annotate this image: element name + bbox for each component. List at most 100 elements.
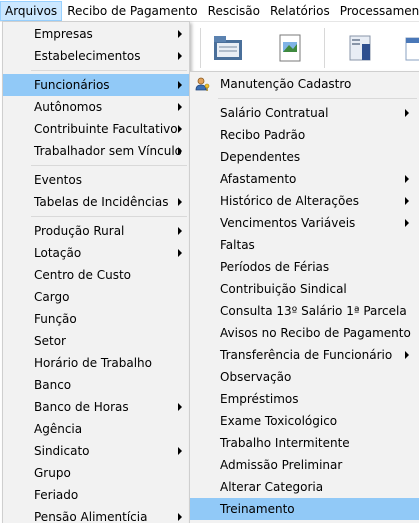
- menu-item-transferencia-de-funcionario[interactable]: Transferência de Funcionário: [190, 344, 419, 366]
- menu-item-horario-de-trabalho[interactable]: Horário de Trabalho: [3, 352, 189, 374]
- menu-item-label: Empréstimos: [220, 392, 299, 406]
- image-document-icon[interactable]: [272, 30, 308, 66]
- submenu-arrow-icon: [178, 125, 182, 133]
- menu-item-label: Agência: [34, 422, 83, 436]
- menu-item-consulta-13-salario[interactable]: Consulta 13º Salário 1ª Parcela: [190, 300, 419, 322]
- menu-item-label: Consulta 13º Salário 1ª Parcela: [220, 304, 407, 318]
- menu-item-banco[interactable]: Banco: [3, 374, 189, 396]
- menu-item-label: Dependentes: [220, 150, 301, 164]
- menu-item-label: Cargo: [34, 290, 70, 304]
- menu-item-autonomos[interactable]: Autônomos: [3, 96, 189, 118]
- submenu-arrow-icon: [178, 249, 182, 257]
- menu-item-empresas[interactable]: Empresas: [3, 23, 189, 45]
- menu-item-label: Estabelecimentos: [34, 49, 141, 63]
- menu-item-label: Trabalho Intermitente: [220, 436, 350, 450]
- toolbar-separator: [324, 28, 325, 68]
- submenu-arrow-icon: [178, 81, 182, 89]
- menu-item-alterar-categoria[interactable]: Alterar Categoria: [190, 476, 419, 498]
- menu-item-periodos-de-ferias[interactable]: Períodos de Férias: [190, 256, 419, 278]
- menu-item-label: Sindicato: [34, 444, 90, 458]
- menu-item-label: Treinamento: [220, 502, 295, 516]
- menu-item-avisos-no-recibo[interactable]: Avisos no Recibo de Pagamento: [190, 322, 419, 344]
- menu-item-faltas[interactable]: Faltas: [190, 234, 419, 256]
- menu-item-contribuicao-sindical[interactable]: Contribuição Sindical: [190, 278, 419, 300]
- menu-processamento[interactable]: Processamento M: [335, 1, 419, 21]
- submenu-arrow-icon: [405, 197, 409, 205]
- menu-item-label: Produção Rural: [34, 224, 125, 238]
- menu-item-pensao-alimenticia[interactable]: Pensão Alimentícia: [3, 506, 189, 523]
- menu-item-label: Grupo: [34, 466, 71, 480]
- menu-item-admissao-preliminar[interactable]: Admissão Preliminar: [190, 454, 419, 476]
- app-window: Arquivos Recibo de Pagamento Rescisão Re…: [0, 0, 419, 523]
- menu-item-label: Centro de Custo: [34, 268, 131, 282]
- menu-item-feriado[interactable]: Feriado: [3, 484, 189, 506]
- menu-item-manutencao-cadastro[interactable]: Manutenção Cadastro: [190, 73, 419, 95]
- menu-item-grupo[interactable]: Grupo: [3, 462, 189, 484]
- menu-item-label: Autônomos: [34, 100, 103, 114]
- submenu-arrow-icon: [178, 30, 182, 38]
- menu-separator: [218, 98, 417, 99]
- menu-item-label: Função: [34, 312, 77, 326]
- menu-rescisao[interactable]: Rescisão: [203, 1, 265, 21]
- menu-item-label: Histórico de Alterações: [220, 194, 359, 208]
- submenu-arrow-icon: [405, 109, 409, 117]
- submenu-arrow-icon: [178, 227, 182, 235]
- menu-item-historico-de-alteracoes[interactable]: Histórico de Alterações: [190, 190, 419, 212]
- menu-item-trabalho-intermitente[interactable]: Trabalho Intermitente: [190, 432, 419, 454]
- submenu-arrow-icon: [405, 219, 409, 227]
- menu-item-lotacao[interactable]: Lotação: [3, 242, 189, 264]
- menu-item-agencia[interactable]: Agência: [3, 418, 189, 440]
- menu-item-label: Lotação: [34, 246, 82, 260]
- arquivos-dropdown: Empresas Estabelecimentos Funcionários A…: [2, 21, 190, 523]
- menu-bar: Arquivos Recibo de Pagamento Rescisão Re…: [0, 0, 419, 22]
- menu-item-eventos[interactable]: Eventos: [3, 169, 189, 191]
- menu-item-label: Transferência de Funcionário: [220, 348, 393, 362]
- menu-arquivos[interactable]: Arquivos: [0, 0, 63, 21]
- menu-item-funcao[interactable]: Função: [3, 308, 189, 330]
- menu-item-observacao[interactable]: Observação: [190, 366, 419, 388]
- submenu-arrow-icon: [178, 447, 182, 455]
- menu-item-trabalhador-sem-vinculo[interactable]: Trabalhador sem Vínculo: [3, 140, 189, 162]
- menu-item-exame-toxicologico[interactable]: Exame Toxicológico: [190, 410, 419, 432]
- menu-item-label: Vencimentos Variáveis: [220, 216, 356, 230]
- menu-item-dependentes[interactable]: Dependentes: [190, 146, 419, 168]
- menu-item-label: Contribuição Sindical: [220, 282, 347, 296]
- menu-recibo-de-pagamento[interactable]: Recibo de Pagamento: [62, 1, 202, 21]
- book-icon[interactable]: [342, 30, 378, 66]
- menu-separator: [31, 216, 187, 217]
- menu-item-sindicato[interactable]: Sindicato: [3, 440, 189, 462]
- menu-item-label: Banco: [34, 378, 72, 392]
- menu-item-label: Exame Toxicológico: [220, 414, 338, 428]
- menu-item-producao-rural[interactable]: Produção Rural: [3, 220, 189, 242]
- menu-item-label: Manutenção Cadastro: [220, 77, 352, 91]
- user-key-icon: [194, 76, 212, 92]
- menu-item-estabelecimentos[interactable]: Estabelecimentos: [3, 45, 189, 67]
- menu-item-cargo[interactable]: Cargo: [3, 286, 189, 308]
- menu-item-label: Banco de Horas: [34, 400, 129, 414]
- menu-item-label: Eventos: [34, 173, 82, 187]
- folder-icon[interactable]: [210, 30, 246, 66]
- menu-item-banco-de-horas[interactable]: Banco de Horas: [3, 396, 189, 418]
- menu-item-label: Recibo Padrão: [220, 128, 306, 142]
- menu-item-funcionarios[interactable]: Funcionários: [3, 74, 189, 96]
- menu-item-tabelas-de-incidencias[interactable]: Tabelas de Incidências: [3, 191, 189, 213]
- menu-item-label: Observação: [220, 370, 292, 384]
- menu-item-centro-de-custo[interactable]: Centro de Custo: [3, 264, 189, 286]
- menu-item-label: Empresas: [34, 27, 93, 41]
- menu-item-emprestimos[interactable]: Empréstimos: [190, 388, 419, 410]
- menu-item-label: Setor: [34, 334, 66, 348]
- menu-item-label: Avisos no Recibo de Pagamento: [220, 326, 411, 340]
- menu-item-recibo-padrao[interactable]: Recibo Padrão: [190, 124, 419, 146]
- submenu-arrow-icon: [178, 198, 182, 206]
- menu-relatorios[interactable]: Relatórios: [265, 1, 335, 21]
- menu-separator: [31, 70, 187, 71]
- table-icon[interactable]: [404, 30, 419, 66]
- menu-item-label: Horário de Trabalho: [34, 356, 152, 370]
- menu-item-salario-contratual[interactable]: Salário Contratual: [190, 102, 419, 124]
- menu-item-treinamento[interactable]: Treinamento: [190, 498, 419, 520]
- menu-item-vencimentos-variaveis[interactable]: Vencimentos Variáveis: [190, 212, 419, 234]
- menu-item-afastamento[interactable]: Afastamento: [190, 168, 419, 190]
- menu-item-contribuinte-facultativo[interactable]: Contribuinte Facultativo: [3, 118, 189, 140]
- menu-item-setor[interactable]: Setor: [3, 330, 189, 352]
- menu-item-label: Pensão Alimentícia: [34, 510, 148, 523]
